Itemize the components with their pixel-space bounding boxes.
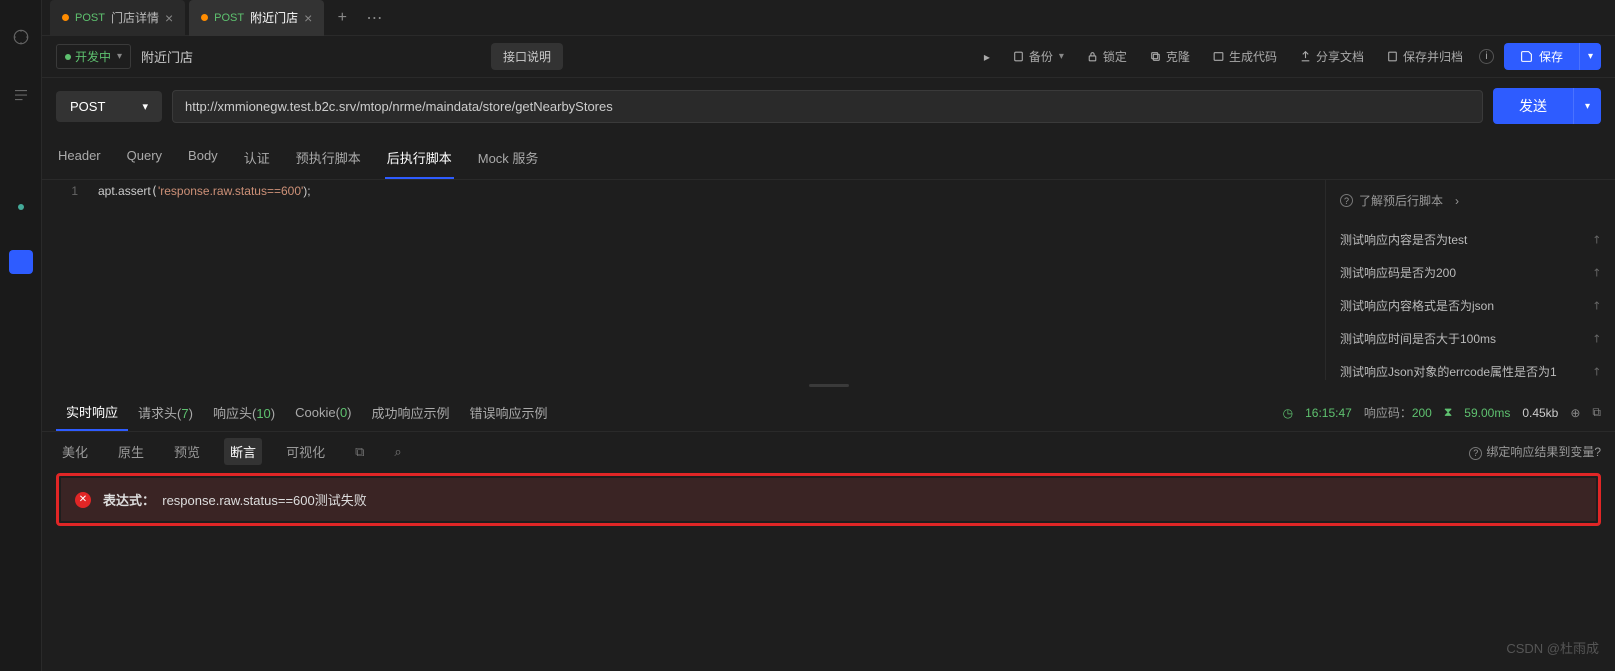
resp-duration: 59.00ms [1464, 406, 1510, 420]
assertion-prefix: 表达式： [103, 493, 155, 508]
send-button[interactable]: 发送 [1493, 88, 1573, 124]
tab-more-icon[interactable]: ⋯ [360, 4, 388, 32]
insert-icon: ↗ [1589, 364, 1605, 380]
tab-success-ex[interactable]: 成功响应示例 [362, 395, 460, 430]
tab-prescript[interactable]: 预执行脚本 [294, 142, 363, 179]
resp-code: 200 [1412, 406, 1432, 420]
clone-button[interactable]: 克隆 [1143, 48, 1196, 65]
url-input[interactable] [172, 90, 1483, 123]
tab-header[interactable]: Header [56, 142, 103, 179]
tab-store-detail[interactable]: POST 门店详情 × [50, 0, 185, 36]
main-area: POST 门店详情 × POST 附近门店 × + ⋯ 开发中 ▾ 接口说明 ▸… [42, 0, 1615, 671]
sub-beautify[interactable]: 美化 [56, 438, 94, 465]
sharedoc-button[interactable]: 分享文档 [1293, 48, 1370, 65]
assertion-result: ✕ 表达式： response.raw.status==600测试失败 [56, 473, 1601, 526]
snippet-item[interactable]: 测试响应码是否为200↗ [1340, 256, 1601, 289]
globe-icon[interactable]: ⊕ [1570, 406, 1580, 420]
copy-icon[interactable]: ⧉ [349, 440, 370, 464]
unsaved-dot-icon [62, 14, 69, 21]
snippets-header[interactable]: ? 了解预后行脚本 › [1340, 192, 1601, 209]
new-tab-button[interactable]: + [328, 4, 356, 32]
close-icon[interactable]: × [304, 10, 312, 26]
snippet-item[interactable]: 测试响应内容是否为test↗ [1340, 223, 1601, 256]
close-icon[interactable]: × [165, 10, 173, 26]
search-icon[interactable]: ⌕ [388, 440, 407, 464]
code-area: 1 apt.assert('response.raw.status==600')… [42, 180, 1615, 380]
toolbar: 开发中 ▾ 接口说明 ▸ 备份▾ 锁定 克隆 生成代码 分享文档 保存并归档 i… [42, 36, 1615, 78]
left-rail [0, 0, 42, 671]
url-row: POST ▾ 发送 ▾ [42, 78, 1615, 134]
insert-icon: ↗ [1589, 232, 1605, 248]
watermark: CSDN @杜雨成 [1506, 638, 1599, 657]
sub-visual[interactable]: 可视化 [280, 438, 331, 465]
status-dot-icon [65, 54, 71, 60]
assertion-fail-row: ✕ 表达式： response.raw.status==600测试失败 [61, 478, 1596, 521]
info-icon[interactable]: i [1479, 49, 1494, 64]
insert-icon: ↗ [1589, 265, 1605, 281]
tab-label: 门店详情 [111, 9, 159, 26]
tab-error-ex[interactable]: 错误响应示例 [460, 395, 558, 430]
tab-mock[interactable]: Mock 服务 [476, 142, 541, 179]
tab-postscript[interactable]: 后执行脚本 [385, 142, 454, 179]
snippet-item[interactable]: 测试响应时间是否大于100ms↗ [1340, 322, 1601, 355]
method-select[interactable]: POST ▾ [56, 91, 162, 122]
status-label: 开发中 [75, 48, 111, 65]
response-tabs: 实时响应 请求头(7) 响应头(10) Cookie(0) 成功响应示例 错误响… [42, 390, 1615, 432]
tab-auth[interactable]: 认证 [242, 142, 272, 179]
tab-label: 附近门店 [250, 9, 298, 26]
chevron-right-icon: › [1455, 194, 1459, 208]
resp-size: 0.45kb [1522, 406, 1558, 420]
line-gutter: 1 [42, 180, 90, 380]
active-nav-icon[interactable] [9, 250, 33, 274]
tab-query[interactable]: Query [125, 142, 164, 179]
status-dot-icon [18, 204, 24, 210]
assertion-text: response.raw.status==600测试失败 [162, 493, 367, 508]
compass-icon[interactable] [12, 28, 30, 46]
snippet-item[interactable]: 测试响应内容格式是否为json↗ [1340, 289, 1601, 322]
chevron-down-icon: ▾ [117, 51, 122, 62]
sub-raw[interactable]: 原生 [112, 438, 150, 465]
code-editor[interactable]: apt.assert('response.raw.status==600'); [90, 180, 1325, 380]
tab-realtime[interactable]: 实时响应 [56, 394, 128, 431]
tab-reqhead[interactable]: 请求头(7) [128, 395, 203, 430]
tab-nearby-store[interactable]: POST 附近门店 × [189, 0, 324, 36]
sub-assert[interactable]: 断言 [224, 438, 262, 465]
api-desc-button[interactable]: 接口说明 [491, 43, 563, 70]
help-icon: ? [1340, 194, 1353, 207]
save-archive-button[interactable]: 保存并归档 [1380, 48, 1469, 65]
unsaved-dot-icon [201, 14, 208, 21]
drag-handle[interactable] [42, 380, 1615, 390]
insert-icon: ↗ [1589, 298, 1605, 314]
backup-button[interactable]: 备份▾ [1006, 48, 1070, 65]
status-chip[interactable]: 开发中 ▾ [56, 44, 131, 69]
bind-variable-link[interactable]: ?绑定响应结果到变量? [1469, 443, 1601, 460]
list-icon[interactable] [12, 86, 30, 104]
api-name-input[interactable] [141, 49, 481, 64]
save-dropdown[interactable]: ▾ [1579, 43, 1601, 70]
insert-icon: ↗ [1589, 331, 1605, 347]
error-icon: ✕ [75, 492, 91, 508]
save-button[interactable]: 保存 [1504, 43, 1579, 70]
copy-icon[interactable]: ⧉ [1592, 405, 1601, 420]
hourglass-icon: ⧗ [1444, 405, 1452, 420]
send-dropdown[interactable]: ▾ [1573, 88, 1601, 124]
tab-body[interactable]: Body [186, 142, 220, 179]
tab-method: POST [75, 12, 105, 24]
request-tabs: Header Query Body 认证 预执行脚本 后执行脚本 Mock 服务 [42, 134, 1615, 180]
tab-cookie[interactable]: Cookie(0) [285, 397, 361, 428]
chevron-down-icon: ▾ [142, 100, 148, 113]
tab-method: POST [214, 12, 244, 24]
gencode-button[interactable]: 生成代码 [1206, 48, 1283, 65]
lock-button[interactable]: 锁定 [1080, 48, 1133, 65]
response-meta: ◷ 16:15:47 响应码：200 ⧗ 59.00ms 0.45kb ⊕ ⧉ [1283, 404, 1601, 421]
editor-tabs: POST 门店详情 × POST 附近门店 × + ⋯ [42, 0, 1615, 36]
response-subtabs: 美化 原生 预览 断言 可视化 ⧉ ⌕ ?绑定响应结果到变量? [42, 432, 1615, 471]
snippets-panel: ? 了解预后行脚本 › 测试响应内容是否为test↗ 测试响应码是否为200↗ … [1325, 180, 1615, 380]
clock-icon: ◷ [1283, 406, 1293, 420]
sub-preview[interactable]: 预览 [168, 438, 206, 465]
method-label: POST [70, 99, 105, 114]
resp-time: 16:15:47 [1305, 406, 1352, 420]
tab-resphead[interactable]: 响应头(10) [203, 395, 285, 430]
run-icon[interactable]: ▸ [978, 50, 996, 64]
